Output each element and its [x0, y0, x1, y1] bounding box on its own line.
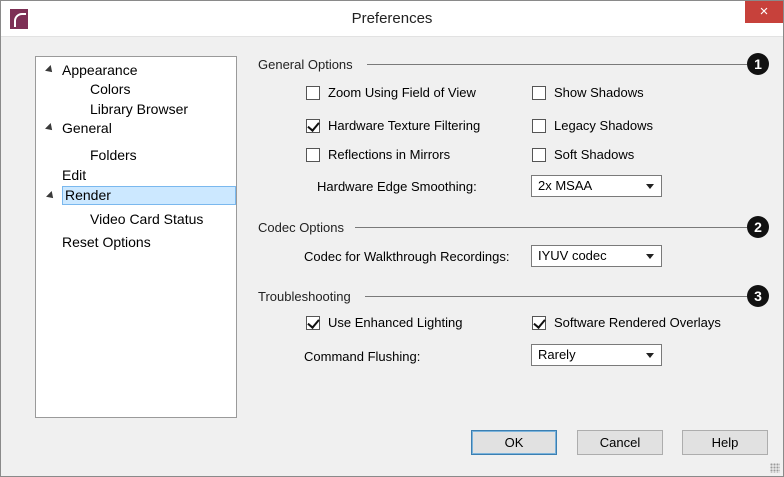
enhanced-lighting-label[interactable]: Use Enhanced Lighting	[328, 315, 462, 330]
cancel-button[interactable]: Cancel	[577, 430, 663, 455]
tree-item-label: General	[62, 120, 112, 136]
software-overlays-label[interactable]: Software Rendered Overlays	[554, 315, 721, 330]
group-divider	[355, 227, 747, 228]
callout-badge-2: 2	[747, 216, 769, 238]
software-overlays-checkbox[interactable]	[532, 316, 546, 330]
tree-item-general[interactable]: General	[45, 119, 112, 138]
window-title: Preferences	[351, 10, 433, 27]
zoom-fov-label[interactable]: Zoom Using Field of View	[328, 85, 476, 100]
chevron-down-icon	[646, 184, 654, 189]
tree-item-video-card-status[interactable]: Video Card Status	[90, 210, 203, 229]
legacy-shadows-checkbox[interactable]	[532, 119, 546, 133]
edge-smoothing-select[interactable]: 2x MSAA	[531, 175, 662, 197]
tree-item-label: Colors	[90, 81, 131, 97]
troubleshooting-heading: Troubleshooting	[258, 289, 351, 304]
tree-item-label: Reset Options	[62, 234, 151, 250]
tree-item-appearance[interactable]: Appearance	[45, 61, 138, 80]
soft-shadows-checkbox[interactable]	[532, 148, 546, 162]
group-divider	[365, 296, 747, 297]
legacy-shadows-label[interactable]: Legacy Shadows	[554, 118, 653, 133]
tree-item-label: Edit	[62, 167, 87, 183]
collapse-arrow-icon[interactable]	[45, 123, 55, 133]
chevron-down-icon	[646, 254, 654, 259]
show-shadows-checkbox[interactable]	[532, 86, 546, 100]
tree-item-library-browser[interactable]: Library Browser	[90, 100, 188, 119]
show-shadows-label[interactable]: Show Shadows	[554, 85, 644, 100]
tree-item-edit[interactable]: Edit	[62, 166, 86, 185]
reflections-checkbox[interactable]	[306, 148, 320, 162]
chevron-down-icon	[646, 353, 654, 358]
group-divider	[367, 64, 747, 65]
tree-item-label: Render	[65, 187, 111, 203]
edge-smoothing-value: 2x MSAA	[538, 178, 593, 193]
tree-item-label: Folders	[90, 147, 137, 163]
tree-item-label: Library Browser	[90, 101, 189, 117]
codec-label: Codec for Walkthrough Recordings:	[304, 249, 510, 264]
hardware-texture-label[interactable]: Hardware Texture Filtering	[328, 118, 480, 133]
enhanced-lighting-checkbox[interactable]	[306, 316, 320, 330]
help-button[interactable]: Help	[682, 430, 768, 455]
zoom-fov-checkbox[interactable]	[306, 86, 320, 100]
resize-grip-icon[interactable]	[770, 463, 780, 473]
preferences-dialog: Preferences × Appearance Colors Library …	[0, 0, 784, 477]
tree-item-label: Appearance	[62, 62, 138, 78]
ok-button[interactable]: OK	[471, 430, 557, 455]
callout-badge-1: 1	[747, 53, 769, 75]
close-button[interactable]: ×	[745, 1, 783, 23]
reflections-label[interactable]: Reflections in Mirrors	[328, 147, 450, 162]
collapse-arrow-icon[interactable]	[45, 65, 55, 75]
edge-smoothing-label: Hardware Edge Smoothing:	[317, 179, 477, 194]
command-flushing-value: Rarely	[538, 347, 576, 362]
soft-shadows-label[interactable]: Soft Shadows	[554, 147, 634, 162]
collapse-arrow-icon[interactable]	[46, 191, 56, 201]
tree-item-reset-options[interactable]: Reset Options	[62, 233, 151, 252]
general-options-heading: General Options	[258, 57, 353, 72]
codec-options-heading: Codec Options	[258, 220, 344, 235]
tree-item-colors[interactable]: Colors	[90, 80, 130, 99]
hardware-texture-checkbox[interactable]	[306, 119, 320, 133]
codec-select[interactable]: IYUV codec	[531, 245, 662, 267]
tree-item-folders[interactable]: Folders	[90, 146, 137, 165]
codec-value: IYUV codec	[538, 248, 607, 263]
command-flushing-label: Command Flushing:	[304, 349, 421, 364]
tree-item-label: Video Card Status	[90, 211, 204, 227]
command-flushing-select[interactable]: Rarely	[531, 344, 662, 366]
callout-badge-3: 3	[747, 285, 769, 307]
tree-item-render[interactable]: Render	[46, 186, 236, 205]
title-bar[interactable]: Preferences ×	[1, 1, 783, 37]
category-tree: Appearance Colors Library Browser Genera…	[35, 56, 237, 418]
